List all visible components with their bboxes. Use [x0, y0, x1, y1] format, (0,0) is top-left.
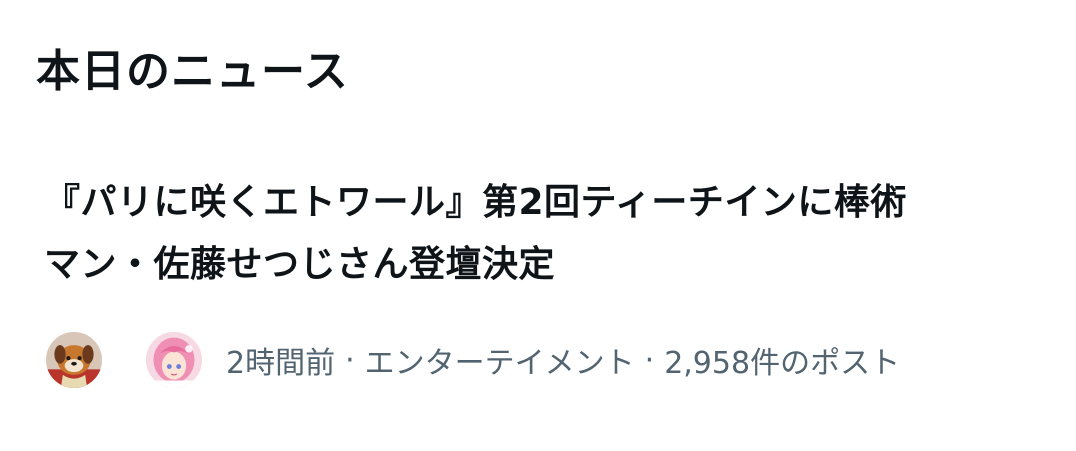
time-ago: 2時間前 — [226, 346, 336, 381]
pink-hair-character-avatar — [144, 330, 204, 390]
section-title: 本日のニュース — [36, 46, 349, 97]
news-category: エンターテイメント — [364, 346, 635, 381]
dog-character-avatar — [44, 330, 104, 390]
pink-hair-character-icon — [146, 332, 202, 388]
meta-separator: · — [345, 342, 355, 378]
news-headline-line-2: マン・佐藤せつじさん登壇決定 — [44, 244, 556, 285]
news-meta-text: 2時間前 · エンターテイメント · 2,958件のポスト — [226, 338, 900, 382]
dog-character-icon — [46, 332, 102, 388]
news-headline[interactable]: 『パリに咲くエトワール』第2回ティーチインに棒術 マン・佐藤せつじさん登壇決定 — [44, 172, 1034, 296]
news-headline-line-1: 『パリに咲くエトワール』第2回ティーチインに棒術 — [44, 182, 907, 223]
news-story-card[interactable]: 『パリに咲くエトワール』第2回ティーチインに棒術 マン・佐藤せつじさん登壇決定 — [0, 150, 1076, 410]
news-meta-row: 2時間前 · エンターテイメント · 2,958件のポスト — [44, 328, 1044, 392]
meta-separator: · — [644, 342, 655, 378]
post-count: 2,958件のポスト — [664, 346, 901, 381]
